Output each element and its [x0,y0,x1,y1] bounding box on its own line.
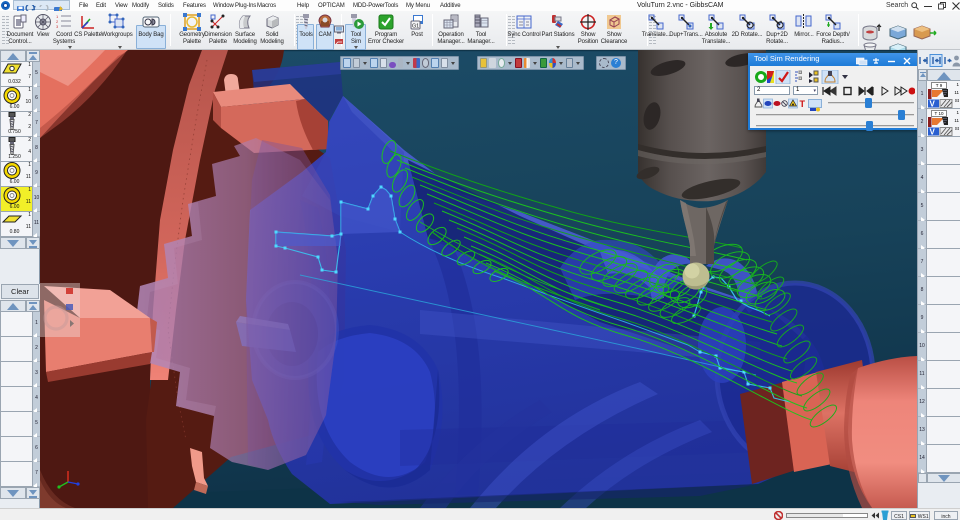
svg-text:V: V [930,128,936,137]
svg-text:V: V [930,100,936,109]
svg-text:G1: G1 [412,24,419,30]
svg-text:T: T [800,99,806,109]
svg-text:3: 3 [56,24,59,29]
